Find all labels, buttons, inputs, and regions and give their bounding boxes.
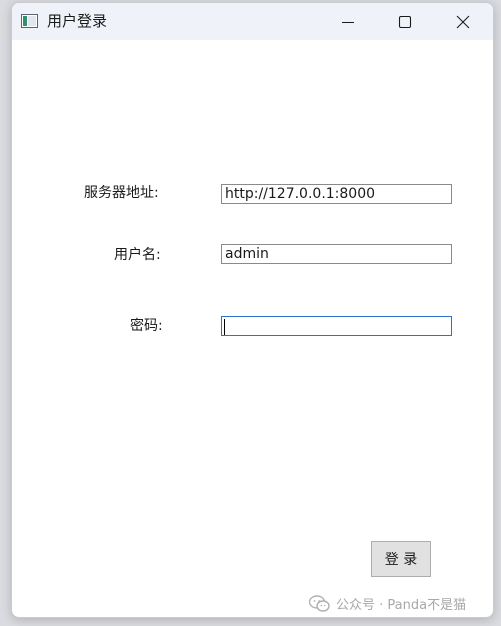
close-icon (456, 15, 470, 28)
text-caret (224, 319, 225, 335)
watermark: 公众号 · Panda不是猫 (309, 594, 466, 613)
close-button[interactable] (440, 3, 486, 40)
password-label: 密码: (130, 318, 163, 334)
maximize-icon (398, 15, 412, 28)
password-input[interactable] (221, 316, 452, 336)
username-label: 用户名: (114, 247, 161, 263)
minimize-button[interactable] (325, 3, 371, 40)
username-input[interactable] (221, 244, 452, 264)
login-window: 用户登录 服务器地址: 用户名: 密码: 登 录 (11, 2, 494, 618)
maximize-button[interactable] (382, 3, 428, 40)
server-address-label: 服务器地址: (84, 185, 159, 201)
login-button[interactable]: 登 录 (371, 541, 431, 577)
watermark-text: 公众号 · Panda不是猫 (336, 598, 467, 613)
title-bar[interactable]: 用户登录 (12, 3, 493, 40)
minimize-icon (342, 21, 354, 23)
window-title: 用户登录 (47, 12, 108, 30)
app-icon (21, 14, 38, 28)
wechat-icon (309, 594, 330, 612)
server-address-input[interactable] (221, 184, 452, 204)
